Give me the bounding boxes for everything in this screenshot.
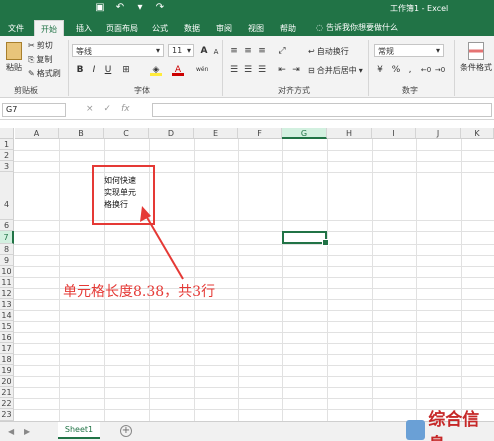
- alignment-group-label: 对齐方式: [278, 86, 310, 95]
- divider: [222, 40, 223, 96]
- name-box[interactable]: G7: [2, 103, 66, 117]
- phonetic-button[interactable]: wén: [196, 64, 208, 76]
- quick-access-toolbar: ▣ ↶ ▾ ↷: [94, 2, 166, 13]
- clipboard-icon: [6, 42, 22, 60]
- conditional-format-icon: [468, 42, 484, 60]
- wrap-icon: ↩: [308, 47, 315, 56]
- decrease-indent-icon[interactable]: ⇤: [276, 64, 288, 76]
- underline-button[interactable]: U: [102, 64, 114, 76]
- tab-page-layout[interactable]: 页面布局: [100, 20, 144, 36]
- watermark-text: 综合信息: [428, 410, 480, 441]
- align-bottom-icon[interactable]: ≡: [256, 45, 268, 57]
- align-middle-icon[interactable]: ≡: [242, 45, 254, 57]
- title-bar: ▣ ↶ ▾ ↷ 工作簿1 - Excel: [0, 0, 494, 18]
- merge-icon: ⊟: [308, 66, 315, 75]
- prev-sheet-icon[interactable]: ◀: [8, 427, 14, 436]
- increase-decimal-icon[interactable]: ←0: [420, 64, 432, 76]
- annotation-text: 单元格长度8.38，共3行: [63, 284, 216, 300]
- tab-file[interactable]: 文件: [2, 20, 30, 36]
- paste-button[interactable]: 粘贴: [4, 42, 24, 73]
- align-center-icon[interactable]: ☰: [242, 64, 254, 76]
- arrow-shaft: [144, 213, 184, 280]
- chevron-down-icon: ▾: [155, 46, 160, 55]
- divider: [368, 40, 369, 96]
- scissors-icon: ✂: [28, 41, 35, 50]
- decrease-decimal-icon[interactable]: →0: [434, 64, 446, 76]
- add-sheet-button[interactable]: +: [120, 425, 132, 437]
- grow-font-button[interactable]: A: [198, 45, 210, 57]
- lightbulb-icon: ◌: [316, 23, 323, 32]
- font-size-select[interactable]: 11 ▾: [168, 44, 194, 57]
- copy-button[interactable]: ⎘ 复制: [28, 54, 52, 65]
- font-name-select[interactable]: 等线 ▾: [72, 44, 164, 57]
- cut-button[interactable]: ✂ 剪切: [28, 40, 53, 51]
- clipboard-group-label: 剪贴板: [14, 86, 38, 95]
- percent-button[interactable]: %: [390, 64, 402, 76]
- chevron-down-icon: ▾: [435, 46, 440, 55]
- tab-review[interactable]: 审阅: [210, 20, 238, 36]
- number-group-label: 数字: [402, 86, 418, 95]
- watermark: 综合信息: [406, 405, 494, 441]
- fill-color-icon[interactable]: ◈: [150, 64, 162, 76]
- tab-insert[interactable]: 插入: [70, 20, 98, 36]
- ribbon-tabs: 文件 开始 插入 页面布局 公式 数据 审阅 视图 帮助 ◌ 告诉我你想要做什么: [0, 18, 494, 36]
- format-painter-button[interactable]: ✎ 格式刷: [28, 68, 61, 79]
- sheet-tab-sheet1[interactable]: Sheet1: [58, 422, 100, 439]
- tell-me-text: 告诉我你想要做什么: [325, 23, 398, 32]
- tab-formulas[interactable]: 公式: [146, 20, 174, 36]
- window-title: 工作簿1 - Excel: [390, 4, 449, 13]
- chevron-down-icon: ▾: [186, 46, 191, 55]
- formula-buttons: × ✓ fx: [86, 104, 130, 114]
- copy-icon: ⎘: [28, 54, 35, 64]
- annotation-arrow: [140, 206, 184, 280]
- formula-bar: G7 × ✓ fx: [0, 100, 494, 120]
- bold-button[interactable]: B: [74, 64, 86, 76]
- tab-view[interactable]: 视图: [242, 20, 270, 36]
- divider: [454, 40, 455, 96]
- comma-button[interactable]: ,: [404, 64, 416, 76]
- orientation-icon[interactable]: ⤢: [276, 45, 288, 57]
- italic-button[interactable]: I: [88, 64, 100, 76]
- selected-cell-g7[interactable]: [282, 231, 329, 246]
- shrink-font-button[interactable]: A: [210, 46, 222, 58]
- borders-icon[interactable]: ⊞: [120, 64, 132, 76]
- save-icon[interactable]: ▣: [94, 2, 106, 13]
- tell-me-box[interactable]: ◌ 告诉我你想要做什么: [316, 22, 398, 33]
- dropdown-icon[interactable]: ▾: [134, 2, 146, 13]
- tab-data[interactable]: 数据: [178, 20, 206, 36]
- redo-icon[interactable]: ↷: [154, 2, 166, 13]
- watermark-logo: [406, 420, 426, 440]
- conditional-format-button[interactable]: 条件格式: [460, 42, 492, 73]
- align-right-icon[interactable]: ☰: [256, 64, 268, 76]
- next-sheet-icon[interactable]: ▶: [24, 427, 30, 436]
- align-left-icon[interactable]: ☰: [228, 64, 240, 76]
- divider: [68, 40, 69, 96]
- chevron-down-icon: ▾: [358, 66, 363, 75]
- tab-help[interactable]: 帮助: [274, 20, 302, 36]
- formula-input[interactable]: [152, 103, 492, 117]
- align-top-icon[interactable]: ≡: [228, 45, 240, 57]
- cancel-icon[interactable]: ×: [86, 104, 94, 114]
- tab-home[interactable]: 开始: [34, 20, 64, 36]
- currency-icon[interactable]: ¥: [374, 64, 386, 76]
- number-format-select[interactable]: 常规 ▾: [374, 44, 444, 57]
- worksheet-grid[interactable]: A B C D E F G H I J K 1 2 3 4 5 6 7 8 9 …: [0, 128, 494, 421]
- wrap-text-button[interactable]: ↩ 自动换行: [308, 46, 349, 57]
- merge-center-button[interactable]: ⊟ 合并后居中 ▾: [308, 65, 363, 76]
- font-color-button[interactable]: A: [172, 64, 184, 76]
- undo-icon[interactable]: ↶: [114, 2, 126, 13]
- enter-icon[interactable]: ✓: [104, 104, 112, 114]
- increase-indent-icon[interactable]: ⇥: [290, 64, 302, 76]
- font-group-label: 字体: [134, 86, 150, 95]
- fx-icon[interactable]: fx: [121, 104, 130, 114]
- brush-icon: ✎: [28, 69, 35, 78]
- ribbon: 粘贴 ✂ 剪切 ⎘ 复制 ✎ 格式刷 剪贴板 等线 ▾ 11 ▾ A A B I U ⊞ …: [0, 36, 494, 98]
